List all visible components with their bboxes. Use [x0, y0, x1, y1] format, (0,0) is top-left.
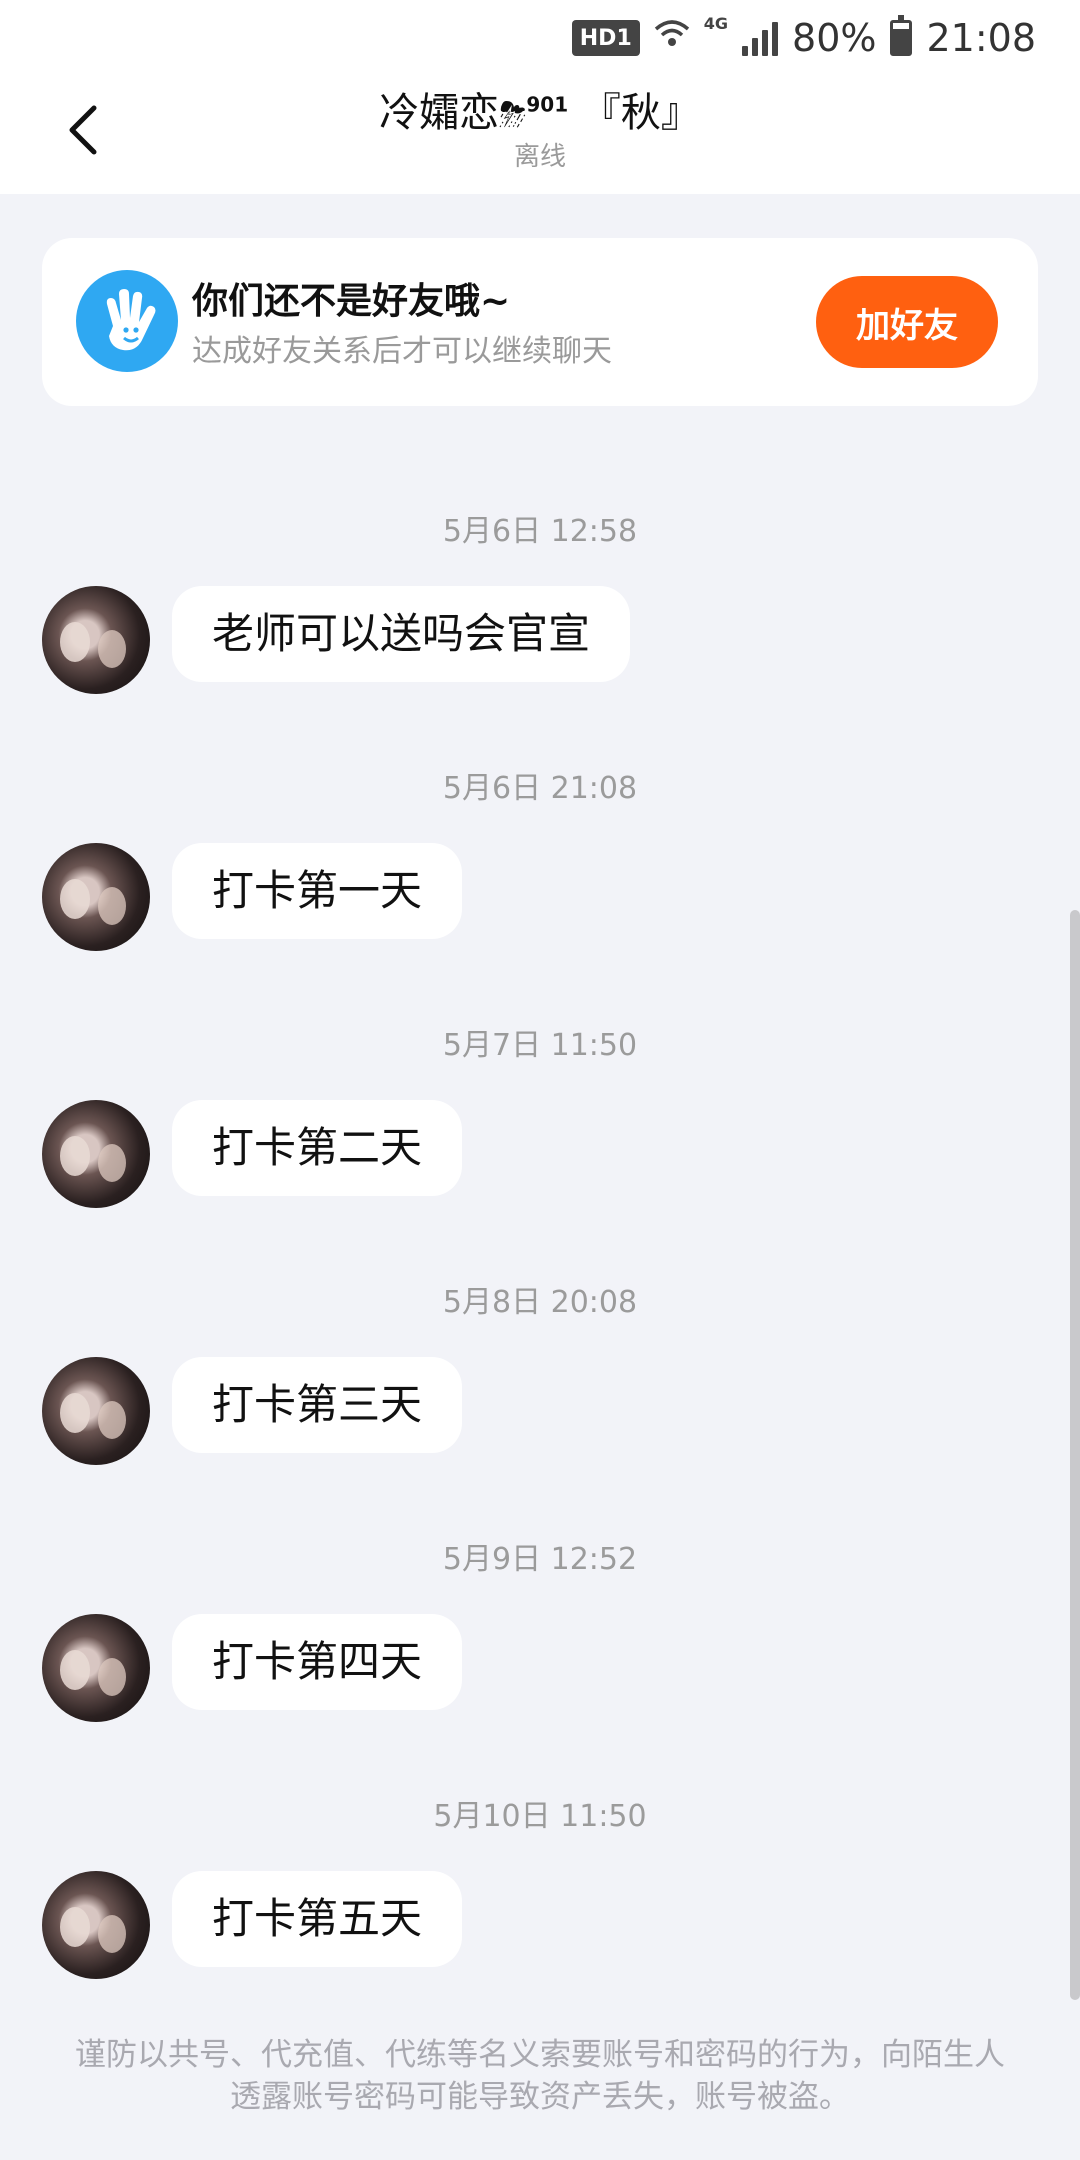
wifi-icon	[654, 19, 690, 57]
message-timestamp: 5月6日 12:58	[442, 514, 638, 549]
title-sup: 901	[526, 92, 569, 117]
chat-screen: HD1 4G 80% 21:08 冷孀恋⛈901 『秋』 离线 你们还不是好友哦…	[0, 0, 1080, 2160]
network-type: 4G	[703, 14, 729, 33]
message-bubble[interactable]: 打卡第一天	[172, 843, 463, 939]
title-suffix: 『秋』	[568, 90, 701, 136]
message-bubble[interactable]: 打卡第四天	[172, 1614, 463, 1710]
message-bubble[interactable]: 打卡第五天	[172, 1871, 463, 1967]
message-item: 5月7日 11:50 打卡第二天	[0, 1004, 1080, 1261]
message-bubble[interactable]: 老师可以送吗会官宣	[172, 586, 631, 682]
message-item: 5月6日 21:08 打卡第一天	[0, 747, 1080, 1004]
message-timestamp: 5月7日 11:50	[442, 1028, 638, 1063]
message-item: 5月8日 20:08 打卡第三天	[0, 1261, 1080, 1518]
chat-title: 冷孀恋⛈901 『秋』	[0, 80, 1080, 138]
avatar[interactable]	[42, 1871, 150, 1979]
message-timestamp: 5月9日 12:52	[442, 1542, 638, 1577]
avatar[interactable]	[42, 586, 150, 694]
message-item: 5月10日 11:50 打卡第五天	[0, 1775, 1080, 2032]
message-bubble[interactable]: 打卡第二天	[172, 1100, 463, 1196]
battery-icon	[890, 15, 913, 56]
clock: 21:08	[926, 16, 1036, 60]
message-item: 5月6日 12:58 老师可以送吗会官宣	[0, 490, 1080, 747]
contact-name: 冷孀恋	[379, 90, 500, 136]
avatar[interactable]	[42, 1100, 150, 1208]
hd-badge: HD1	[571, 20, 640, 56]
message-item: 5月9日 12:52 打卡第四天	[0, 1518, 1080, 1775]
message-timestamp: 5月8日 20:08	[442, 1285, 638, 1320]
status-bar: HD1 4G 80% 21:08	[571, 8, 1036, 68]
message-timestamp: 5月6日 21:08	[442, 771, 638, 806]
friend-card-title: 你们还不是好友哦~	[192, 281, 511, 322]
friend-card-subtitle: 达成好友关系后才可以继续聊天	[192, 334, 612, 369]
message-bubble[interactable]: 打卡第三天	[172, 1357, 463, 1453]
avatar[interactable]	[42, 1357, 150, 1465]
add-friend-button[interactable]: 加好友	[816, 276, 998, 368]
scrollbar[interactable]	[1070, 910, 1080, 2000]
security-warning: 谨防以共号、代充值、代练等名义索要账号和密码的行为，向陌生人透露账号密码可能导致…	[75, 2037, 1005, 2115]
weather-icon: ⛈	[499, 95, 527, 135]
hand-wave-icon	[76, 270, 178, 372]
battery-percent: 80%	[792, 16, 877, 60]
not-friend-card: 你们还不是好友哦~ 达成好友关系后才可以继续聊天 加好友	[42, 238, 1038, 406]
online-status: 离线	[513, 142, 566, 172]
avatar[interactable]	[42, 843, 150, 951]
message-list: 5月6日 12:58 老师可以送吗会官宣 5月6日 21:08 打卡第一天 5月…	[0, 490, 1080, 2032]
avatar[interactable]	[42, 1614, 150, 1722]
message-timestamp: 5月10日 11:50	[433, 1799, 647, 1834]
signal-icon	[742, 20, 779, 56]
top-bar: HD1 4G 80% 21:08 冷孀恋⛈901 『秋』 离线	[0, 0, 1080, 194]
